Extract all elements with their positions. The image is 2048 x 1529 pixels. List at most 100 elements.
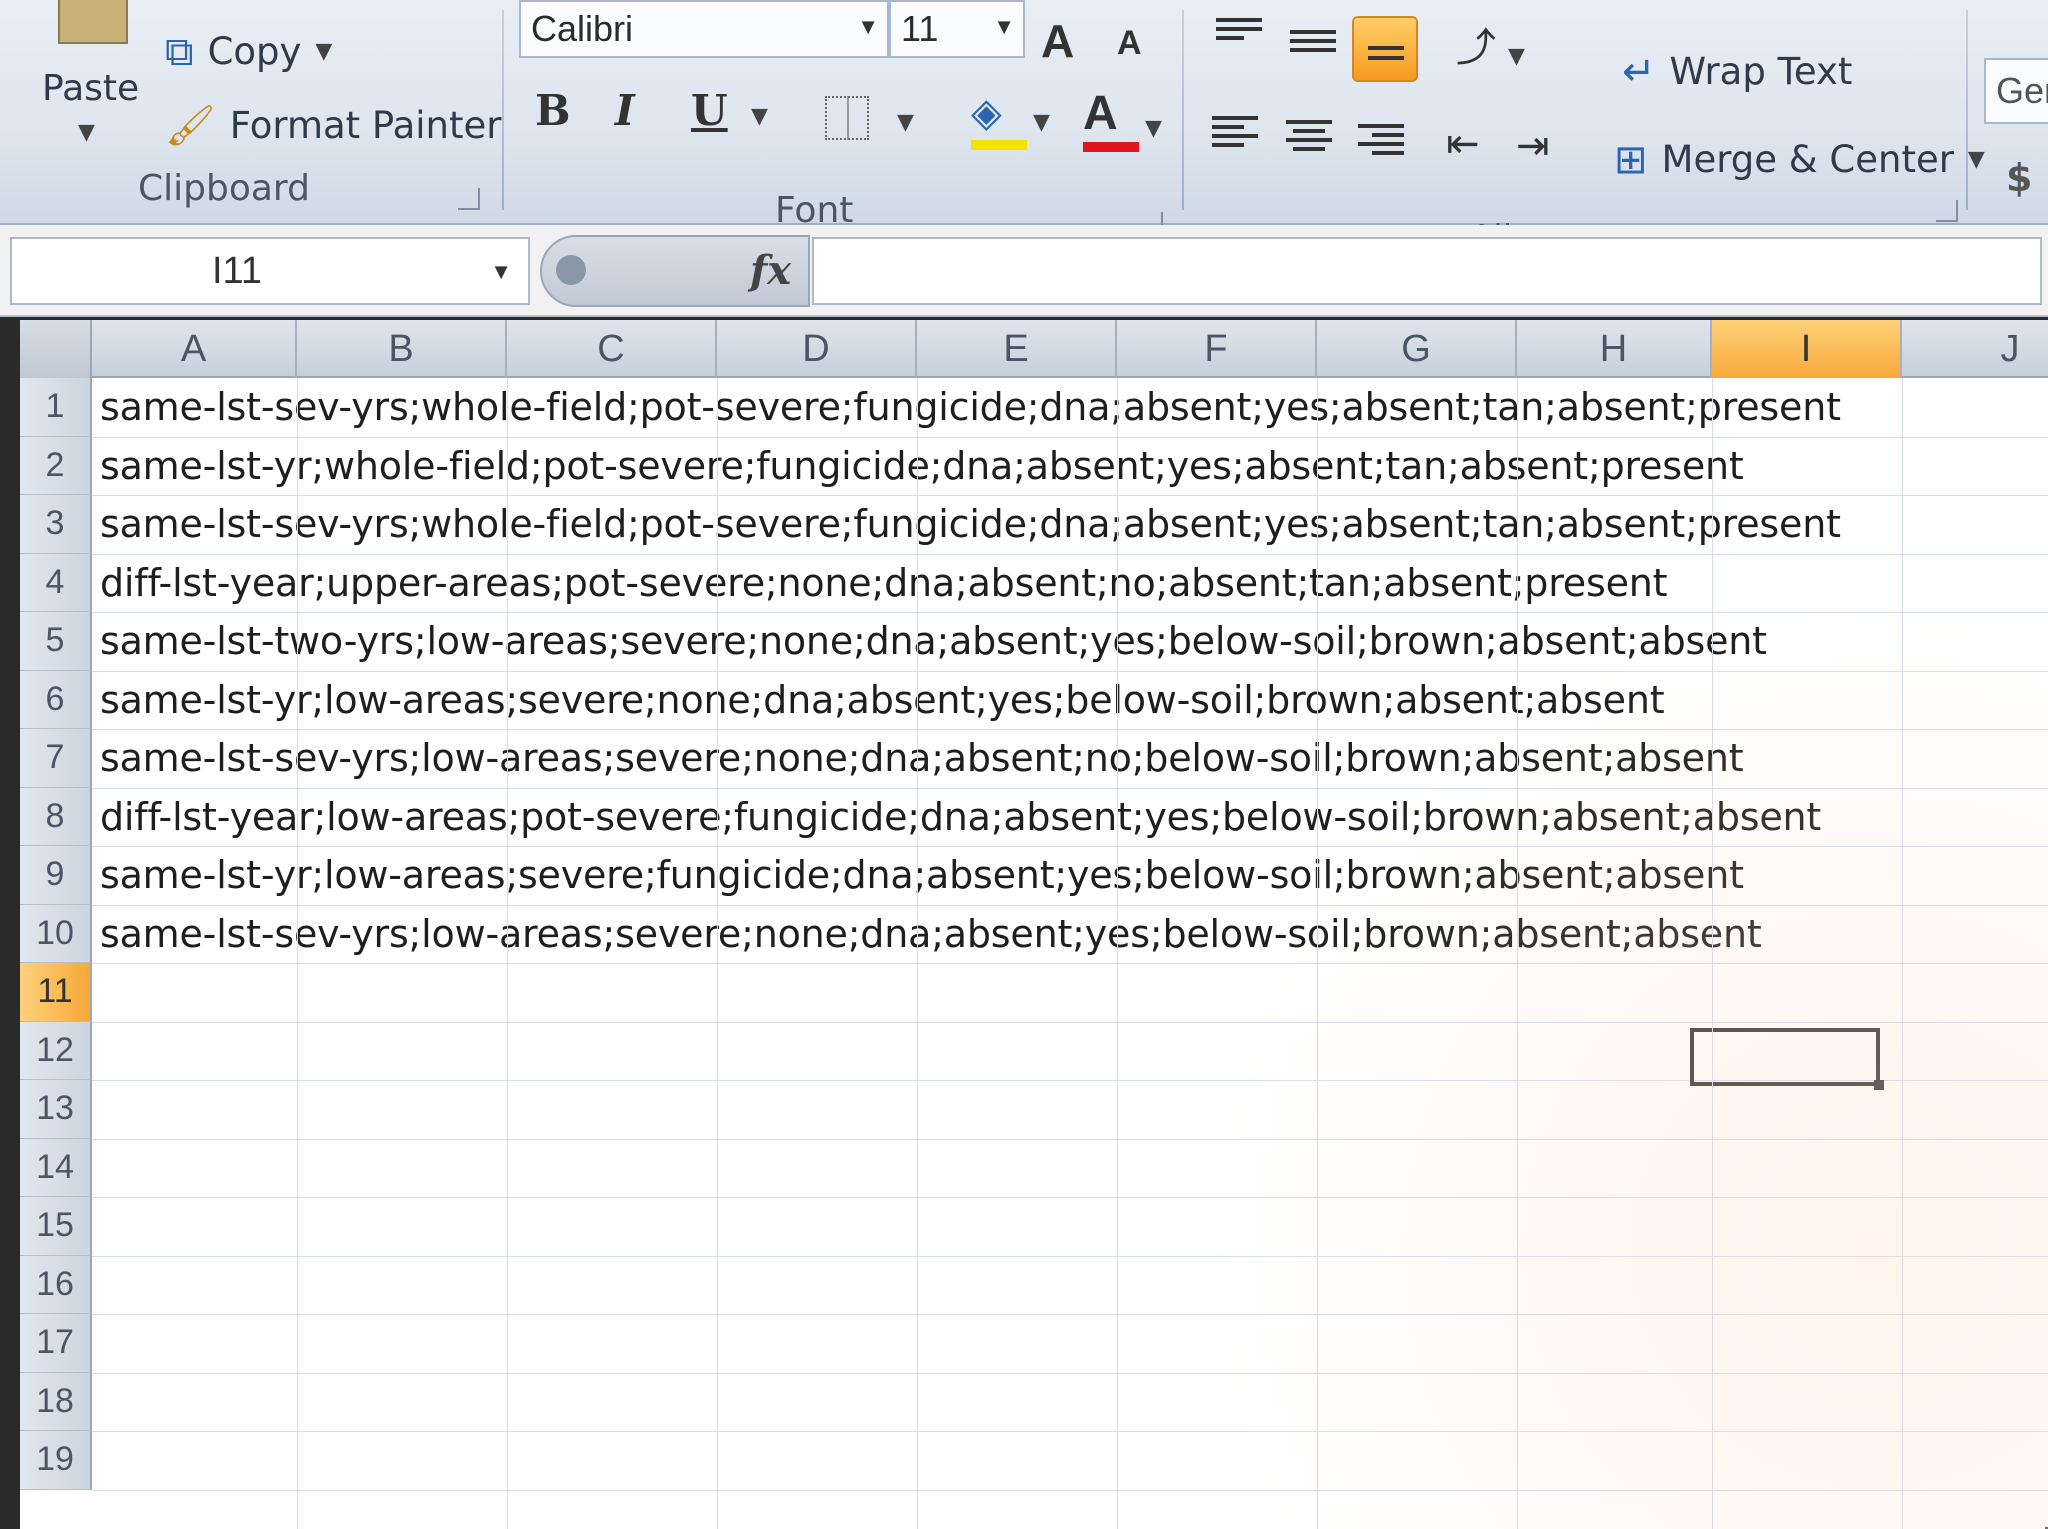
fill-color-icon[interactable]: ◈ <box>971 90 1027 150</box>
insert-function-button[interactable]: fx <box>750 247 791 294</box>
column-header-f[interactable]: F <box>1117 320 1317 378</box>
row-header-13[interactable]: 13 <box>20 1080 92 1139</box>
cell-a2[interactable]: same-lst-yr;whole-field;pot-severe;fungi… <box>100 437 1744 496</box>
grid-row-line <box>92 1431 2048 1432</box>
grid-column-line <box>1117 378 1118 1529</box>
format-painter-button[interactable]: 🖌 Format Painter <box>165 104 501 147</box>
row-header-17[interactable]: 17 <box>20 1314 92 1373</box>
grid-column-line <box>507 378 508 1529</box>
format-painter-icon: 🖌 <box>165 102 216 149</box>
cell-a7[interactable]: same-lst-sev-yrs;low-areas;severe;none;d… <box>100 729 1744 788</box>
column-header-i[interactable]: I <box>1712 320 1902 378</box>
wrap-text-button[interactable]: ↵ Wrap Text <box>1622 50 1852 93</box>
clipboard-group-label: Clipboard <box>138 168 310 209</box>
copy-button[interactable]: ⧉ Copy ▼ <box>165 30 332 73</box>
align-right-icon[interactable] <box>1358 124 1404 158</box>
grow-font-button[interactable]: A <box>1041 14 1074 68</box>
row-header-8[interactable]: 8 <box>20 787 92 846</box>
row-header-6[interactable]: 6 <box>20 670 92 729</box>
row-header-10[interactable]: 10 <box>20 904 92 963</box>
column-header-j[interactable]: J <box>1902 320 2048 378</box>
cell-a1[interactable]: same-lst-sev-yrs;whole-field;pot-severe;… <box>100 378 1841 437</box>
font-name-select[interactable]: Calibri ▼ <box>519 0 889 58</box>
column-header-g[interactable]: G <box>1317 320 1517 378</box>
fill-color-dropdown-icon[interactable]: ▼ <box>1033 110 1050 135</box>
paste-label: Paste <box>42 68 140 109</box>
merge-center-button[interactable]: ⊞ Merge & Center ▼ <box>1614 138 1985 181</box>
row-header-4[interactable]: 4 <box>20 553 92 612</box>
font-size-select[interactable]: 11 ▼ <box>889 0 1025 58</box>
grid-column-line <box>1902 378 1903 1529</box>
name-box[interactable]: I11 ▼ <box>10 237 530 305</box>
align-left-icon[interactable] <box>1212 116 1258 150</box>
bold-button[interactable]: B <box>535 86 571 135</box>
row-header-2[interactable]: 2 <box>20 436 92 495</box>
column-header-h[interactable]: H <box>1517 320 1712 378</box>
row-header-16[interactable]: 16 <box>20 1255 92 1314</box>
select-all-button[interactable] <box>20 320 92 378</box>
cell-a6[interactable]: same-lst-yr;low-areas;severe;none;dna;ab… <box>100 671 1665 730</box>
top-align-icon[interactable] <box>1216 18 1262 52</box>
row-header-15[interactable]: 15 <box>20 1197 92 1256</box>
number-group: Ger $ <box>1970 0 2048 225</box>
paste-button[interactable]: Paste <box>42 68 139 109</box>
column-header-a[interactable]: A <box>92 320 297 378</box>
orientation-icon[interactable]: ⤴ <box>1456 28 1496 68</box>
row-header-1[interactable]: 1 <box>20 378 92 437</box>
column-header-c[interactable]: C <box>507 320 717 378</box>
row-header-18[interactable]: 18 <box>20 1372 92 1431</box>
font-name-dropdown-icon: ▼ <box>857 14 879 39</box>
column-header-b[interactable]: B <box>297 320 507 378</box>
paste-dropdown-icon[interactable]: ▼ <box>78 120 95 145</box>
grid-row-line <box>92 963 2048 964</box>
formula-input[interactable] <box>812 237 2042 305</box>
currency-button[interactable]: $ <box>2006 156 2032 200</box>
grid-column-line <box>1712 378 1713 1529</box>
font-color-dropdown-icon[interactable]: ▼ <box>1145 116 1162 141</box>
row-header-12[interactable]: 12 <box>20 1021 92 1080</box>
borders-icon[interactable] <box>825 96 869 140</box>
column-header-d[interactable]: D <box>717 320 917 378</box>
cell-a8[interactable]: diff-lst-year;low-areas;pot-severe;fungi… <box>100 788 1821 847</box>
grid-column-line <box>1317 378 1318 1529</box>
middle-align-icon[interactable] <box>1290 30 1336 64</box>
italic-button[interactable]: I <box>615 86 635 135</box>
font-color-button[interactable]: A <box>1083 86 1139 156</box>
active-cell-selection[interactable] <box>1690 1028 1884 1090</box>
increase-indent-icon[interactable]: ⇥ <box>1516 126 1550 166</box>
cell-a4[interactable]: diff-lst-year;upper-areas;pot-severe;non… <box>100 554 1668 613</box>
row-header-5[interactable]: 5 <box>20 612 92 671</box>
grid-column-line <box>917 378 918 1529</box>
borders-dropdown-icon[interactable]: ▼ <box>897 110 914 135</box>
alignment-launcher-icon[interactable] <box>1936 200 1958 222</box>
alignment-group: ⤴ ▼ ⇤ ⇥ ↵ Wrap Text ⊞ Merge & Center ▼ A… <box>1186 0 1985 258</box>
row-header-11[interactable]: 11 <box>20 963 92 1022</box>
clipboard-launcher-icon[interactable] <box>458 188 480 210</box>
name-box-dropdown-icon[interactable]: ▼ <box>490 259 512 285</box>
copy-dropdown-icon[interactable]: ▼ <box>315 39 332 64</box>
column-header-e[interactable]: E <box>917 320 1117 378</box>
clipboard-group: Paste ▼ ⧉ Copy ▼ 🖌 Format Painter Clipbo… <box>0 0 501 225</box>
orientation-dropdown-icon[interactable]: ▼ <box>1508 44 1525 69</box>
row-header-7[interactable]: 7 <box>20 729 92 788</box>
paste-icon[interactable] <box>58 0 128 44</box>
underline-dropdown-icon[interactable]: ▼ <box>751 104 768 129</box>
cell-a10[interactable]: same-lst-sev-yrs;low-areas;severe;none;d… <box>100 905 1762 964</box>
name-box-value: I11 <box>212 249 263 292</box>
wrap-text-icon: ↵ <box>1622 48 1656 95</box>
bottom-align-button[interactable] <box>1352 16 1418 82</box>
shrink-font-button[interactable]: A <box>1117 24 1142 63</box>
font-group: Calibri ▼ 11 ▼ A A B I U ▼ ▼ ◈ ▼ A ▼ Fon… <box>505 0 1175 234</box>
cell-a9[interactable]: same-lst-yr;low-areas;severe;fungicide;d… <box>100 846 1744 905</box>
underline-button[interactable]: U <box>691 86 728 135</box>
formula-bar-handle-icon[interactable] <box>556 255 586 285</box>
row-header-19[interactable]: 19 <box>20 1431 92 1490</box>
row-header-9[interactable]: 9 <box>20 846 92 905</box>
align-center-icon[interactable] <box>1286 120 1332 154</box>
row-header-3[interactable]: 3 <box>20 495 92 554</box>
row-header-14[interactable]: 14 <box>20 1138 92 1197</box>
spreadsheet-grid[interactable]: ABCDEFGHIJ 1 same-lst-sev-yrs;whole-field… <box>20 320 2048 1529</box>
cell-a3[interactable]: same-lst-sev-yrs;whole-field;pot-severe;… <box>100 495 1841 554</box>
decrease-indent-icon[interactable]: ⇤ <box>1446 124 1480 164</box>
number-format-select[interactable]: Ger <box>1984 58 2048 124</box>
